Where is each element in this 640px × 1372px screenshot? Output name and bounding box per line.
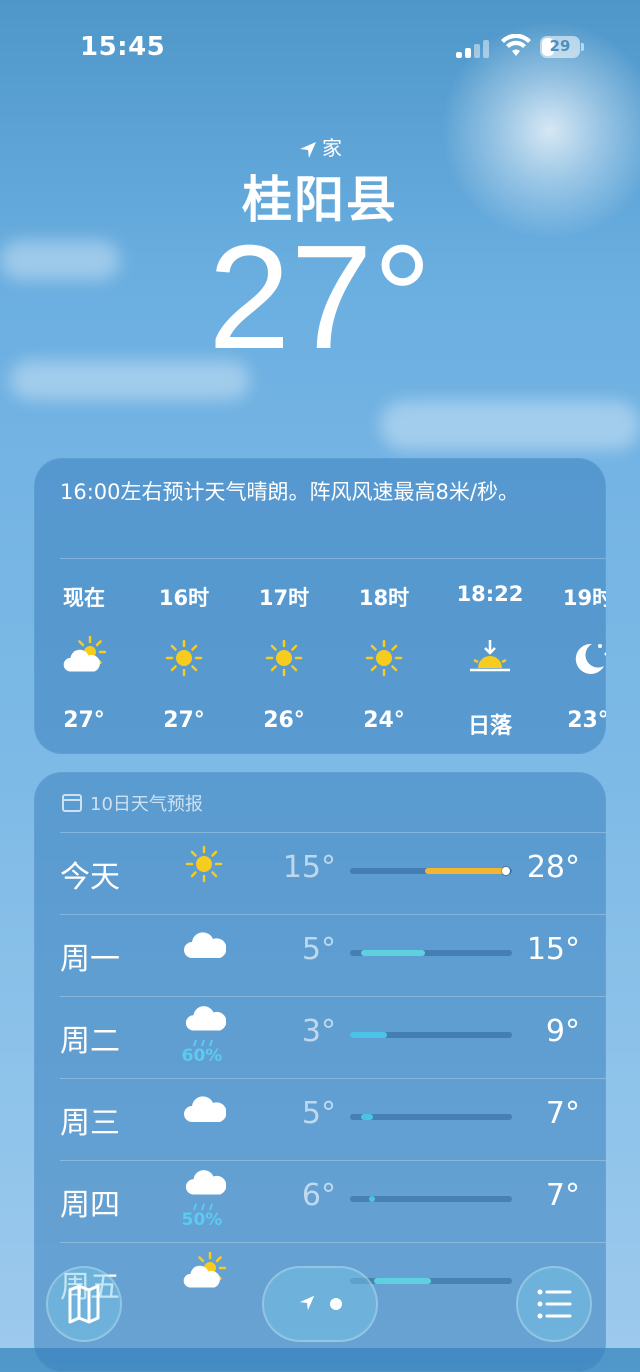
low-temperature: 6° [301,1178,336,1213]
precip-chance: 60% [181,1046,223,1066]
day-name: 周一 [60,942,120,977]
location-arrow-icon [300,141,316,158]
hour-label: 17时 [258,586,310,610]
hourly-forecast-card[interactable]: 16:00左右预计天气晴朗。阵风风速最高8米/秒。 现在 27° 16时 27° 17时… [34,458,606,754]
partly-cloudy-sun-icon [62,635,107,680]
hour-label: 18时 [358,586,410,610]
day-row: 周三 5° 7° [34,1074,606,1156]
city-list-button[interactable] [516,1266,592,1342]
low-temperature: 15° [282,850,336,885]
temperature-range-bar [350,1032,512,1038]
current-temperature: 27° [208,215,432,380]
hour-temperature: 26° [263,708,305,733]
low-temperature: 5° [301,1096,336,1131]
hour-temperature: 27° [163,708,205,733]
low-temperature: 5° [301,932,336,967]
temperature-range-bar [350,950,512,956]
hour-label: 现在 [63,586,105,610]
temperature-range-bar [350,1114,512,1120]
rain-cloud-icon [182,1170,227,1214]
map-icon [68,1284,100,1324]
location-tag-row: 家 [0,132,640,161]
temperature-range-fill [369,1196,376,1202]
sunset-icon [468,636,512,680]
temperature-range-fill [361,950,425,956]
high-temperature: 15° [526,932,580,967]
day-name: 周二 [60,1024,120,1059]
temperature-range-bar [350,867,512,875]
list-icon [537,1289,572,1319]
temperature-range-fill [361,1114,373,1120]
battery-level: 29 [549,37,571,55]
status-time: 15:45 [80,32,166,62]
moon-stars-icon [566,636,606,680]
hour-label: 19时 [562,586,606,610]
location-tag: 家 [322,136,342,160]
sun-icon [262,636,306,680]
temperature-range-fill [424,868,506,874]
day-row: 今天 15° 28° [34,828,606,910]
ten-day-title: 10日天气预报 [90,794,203,815]
day-name: 周三 [60,1106,120,1141]
cellular-signal-icon [456,40,494,58]
day-name: 今天 [60,860,120,895]
sun-icon [162,636,206,680]
cloud-decor [380,400,640,450]
cloud-icon [182,924,227,968]
battery-icon: 29 [540,36,584,58]
map-button[interactable] [46,1266,122,1342]
cloud-icon [182,1088,227,1132]
hour-label: 16时 [158,586,210,610]
day-name: 周四 [60,1188,120,1223]
low-temperature: 3° [301,1014,336,1049]
page-indicator-dot [330,1298,342,1310]
location-arrow-icon [299,1295,315,1311]
hour-temperature: 日落 [467,714,512,739]
hour-label: 18:22 [456,582,524,606]
divider [60,558,606,559]
day-row: 周二 60% 3° 9° [34,992,606,1074]
bottom-toolbar [0,1260,640,1348]
day-row: 周四 50% 6° 7° [34,1156,606,1238]
hour-temperature: 24° [363,708,405,733]
calendar-icon [62,794,82,812]
high-temperature: 7° [545,1178,580,1213]
hour-temperature: 27° [63,708,105,733]
precip-chance: 50% [181,1210,223,1230]
temperature-range-fill [350,1032,388,1038]
rain-cloud-icon [182,1006,227,1050]
sun-icon [182,842,226,886]
high-temperature: 9° [545,1014,580,1049]
day-row: 周一 5° 15° [34,910,606,992]
temperature-range-bar [350,1196,512,1202]
location-page-button[interactable] [262,1266,378,1342]
ten-day-header: 10日天气预报 [62,790,203,816]
hourly-list[interactable]: 现在 27° 16时 27° 17时 26° 18时 24° 18:22 日落 19时 23° [34,566,606,746]
hour-temperature: 23° [567,708,606,733]
status-bar: 15:45 29 [0,0,640,96]
sun-icon [362,636,406,680]
forecast-summary: 16:00左右预计天气晴朗。阵风风速最高8米/秒。 [60,480,519,504]
high-temperature: 7° [545,1096,580,1131]
high-temperature: 28° [526,850,580,885]
wifi-icon [501,34,531,56]
